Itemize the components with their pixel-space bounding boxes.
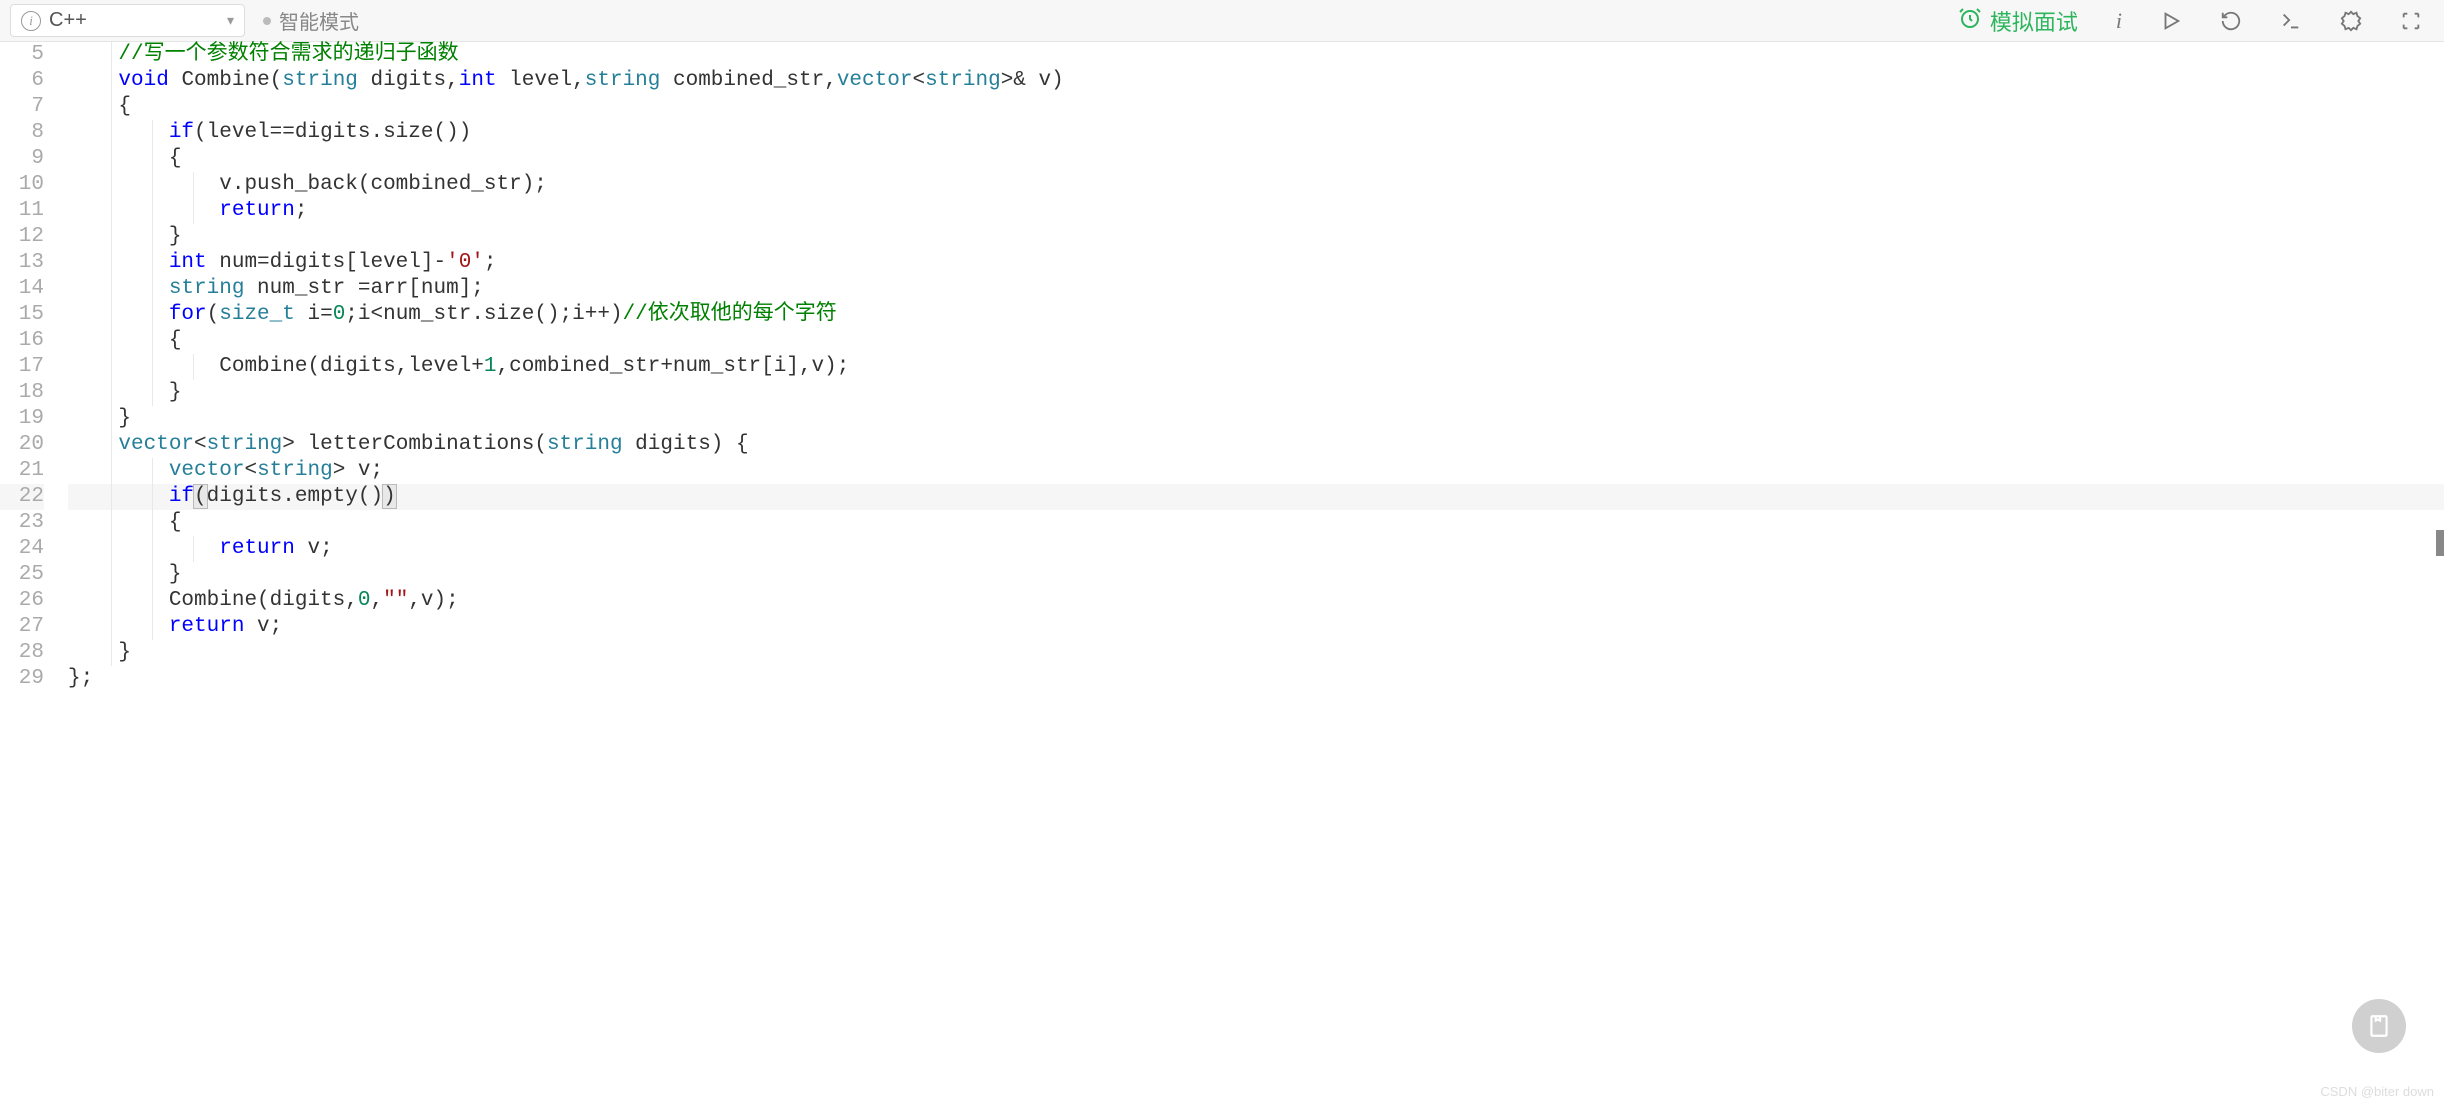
language-label: C++	[49, 9, 87, 32]
notes-float-button[interactable]	[2352, 999, 2406, 1053]
line-gutter: 5678910111213141516171819202122232425262…	[0, 42, 62, 692]
interview-label: 模拟面试	[1990, 5, 2078, 37]
info-icon: i	[21, 11, 41, 31]
status-dot-icon	[263, 17, 271, 25]
mock-interview-button[interactable]: 模拟面试	[1958, 5, 2078, 37]
fullscreen-button[interactable]	[2400, 10, 2422, 32]
language-selector[interactable]: i C++ ▾	[10, 4, 245, 37]
code-area[interactable]: //写一个参数符合需求的递归子函数 void Combine(string di…	[62, 42, 2444, 692]
watermark: CSDN @biter down	[2320, 1084, 2434, 1099]
mode-label: 智能模式	[279, 6, 359, 35]
mode-indicator[interactable]: 智能模式	[263, 6, 359, 35]
scrollbar-thumb[interactable]	[2436, 530, 2444, 556]
run-button[interactable]	[2160, 10, 2182, 32]
settings-button[interactable]	[2340, 10, 2362, 32]
toolbar: i C++ ▾ 智能模式 模拟面试 i	[0, 0, 2444, 42]
info-button[interactable]: i	[2116, 8, 2122, 34]
code-editor[interactable]: 5678910111213141516171819202122232425262…	[0, 42, 2444, 692]
reset-button[interactable]	[2220, 10, 2242, 32]
terminal-button[interactable]	[2280, 10, 2302, 32]
chevron-down-icon: ▾	[227, 12, 234, 29]
alarm-clock-icon	[1958, 6, 1982, 36]
